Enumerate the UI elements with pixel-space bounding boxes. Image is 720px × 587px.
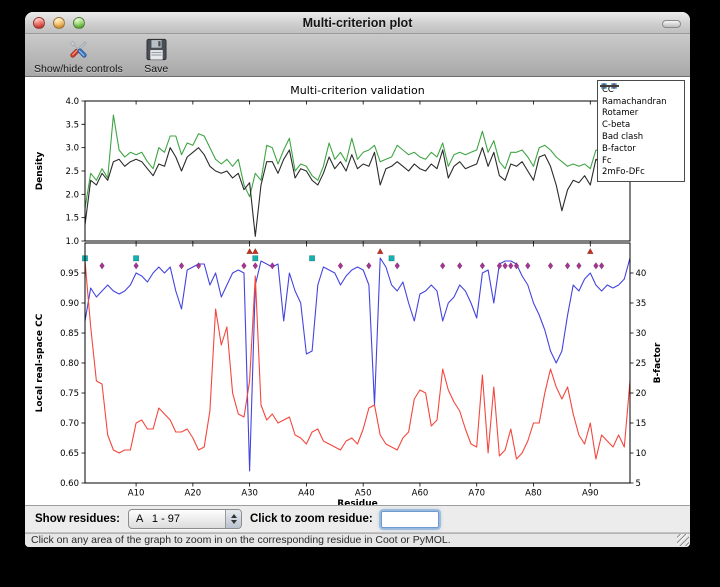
svg-text:A60: A60 <box>412 489 429 499</box>
desktop-background: Multi-criterion plot <box>0 0 720 587</box>
legend-item-ramachandran: Ramachandran <box>602 96 682 108</box>
svg-text:30: 30 <box>636 329 647 339</box>
svg-text:Multi-criterion validation: Multi-criterion validation <box>290 84 425 97</box>
svg-text:35: 35 <box>636 299 647 309</box>
save-button[interactable]: Save <box>140 36 173 75</box>
svg-text:1.0: 1.0 <box>65 237 79 247</box>
save-icon <box>143 36 170 63</box>
svg-text:3.5: 3.5 <box>65 120 79 130</box>
svg-text:Density: Density <box>35 152 45 191</box>
show-residues-label: Show residues: <box>35 513 120 525</box>
window-title: Multi-criterion plot <box>25 12 690 34</box>
zoom-residue-label: Click to zoom residue: <box>250 513 373 525</box>
legend-label: 2mFo-DFc <box>602 167 645 177</box>
tools-icon <box>65 36 92 63</box>
window-titlebar[interactable]: Multi-criterion plot <box>25 12 690 34</box>
legend-label: Rotamer <box>602 108 638 118</box>
show-hide-controls-label: Show/hide controls <box>34 63 123 75</box>
save-label: Save <box>144 63 168 75</box>
svg-text:A40: A40 <box>298 489 315 499</box>
zoom-residue-input[interactable] <box>381 511 439 528</box>
svg-text:2.0: 2.0 <box>65 190 79 200</box>
legend-label: Fc <box>602 156 612 166</box>
svg-text:40: 40 <box>636 269 647 279</box>
svg-text:Residue: Residue <box>337 499 377 505</box>
svg-text:A20: A20 <box>185 489 202 499</box>
svg-text:25: 25 <box>636 359 647 369</box>
legend-label: Bad clash <box>602 132 643 142</box>
svg-text:3.0: 3.0 <box>65 144 79 154</box>
app-window: Multi-criterion plot <box>25 12 690 547</box>
line-legend-sample-icon <box>598 81 622 91</box>
svg-text:15: 15 <box>636 419 647 429</box>
svg-text:0.90: 0.90 <box>60 299 79 309</box>
svg-text:0.70: 0.70 <box>60 419 79 429</box>
svg-text:0.95: 0.95 <box>60 269 79 279</box>
legend-item-2mfo-dfc: 2mFo-DFc <box>602 167 682 179</box>
svg-text:4.0: 4.0 <box>65 97 79 107</box>
plot-figure[interactable]: 4.0 3.5 3.0 2.5 2.0 1.5 1.0 Multi-criterion val… <box>25 77 690 505</box>
toolbar: Show/hide controls Save <box>25 34 690 77</box>
svg-text:A10: A10 <box>128 489 145 499</box>
svg-text:B-factor: B-factor <box>653 342 663 383</box>
legend-item-bad-clash: Bad clash <box>602 131 682 143</box>
svg-text:A30: A30 <box>241 489 258 499</box>
svg-text:A90: A90 <box>582 489 599 499</box>
plot-canvas[interactable]: 4.0 3.5 3.0 2.5 2.0 1.5 1.0 Multi-criterion val… <box>25 77 690 505</box>
show-hide-controls-button[interactable]: Show/hide controls <box>31 36 126 75</box>
svg-text:20: 20 <box>636 389 647 399</box>
svg-text:1.5: 1.5 <box>65 214 79 224</box>
resize-grip[interactable] <box>677 534 689 546</box>
svg-text:Local real-space CC: Local real-space CC <box>35 313 45 412</box>
svg-text:0.75: 0.75 <box>60 389 79 399</box>
svg-text:A80: A80 <box>525 489 542 499</box>
svg-text:0.60: 0.60 <box>60 479 79 489</box>
svg-text:0.80: 0.80 <box>60 359 79 369</box>
plot-legend: CCRamachandranRotamerC-betaBad clashB-fa… <box>597 80 685 182</box>
status-message: Click on any area of the graph to zoom i… <box>31 534 451 547</box>
svg-text:0.65: 0.65 <box>60 449 79 459</box>
legend-label: B-factor <box>602 144 636 154</box>
toolbar-toggle-button[interactable] <box>662 20 681 28</box>
svg-text:2.5: 2.5 <box>65 167 79 177</box>
status-bar: Click on any area of the graph to zoom i… <box>25 533 690 547</box>
svg-text:10: 10 <box>636 449 647 459</box>
legend-label: Ramachandran <box>602 97 667 107</box>
svg-text:A50: A50 <box>355 489 372 499</box>
chain-range-value: A 1 - 97 <box>129 510 225 528</box>
legend-item-c-beta: C-beta <box>602 119 682 131</box>
svg-text:A70: A70 <box>468 489 485 499</box>
control-bar: Show residues: A 1 - 97 Click to zoom re… <box>25 505 690 533</box>
legend-item-b-factor: B-factor <box>602 143 682 155</box>
legend-item-fc: Fc <box>602 155 682 167</box>
legend-label: C-beta <box>602 120 630 130</box>
svg-text:5: 5 <box>636 479 641 489</box>
svg-text:0.85: 0.85 <box>60 329 79 339</box>
stepper-arrows-icon[interactable] <box>225 510 241 528</box>
chain-range-select[interactable]: A 1 - 97 <box>128 509 242 529</box>
legend-item-rotamer: Rotamer <box>602 108 682 120</box>
